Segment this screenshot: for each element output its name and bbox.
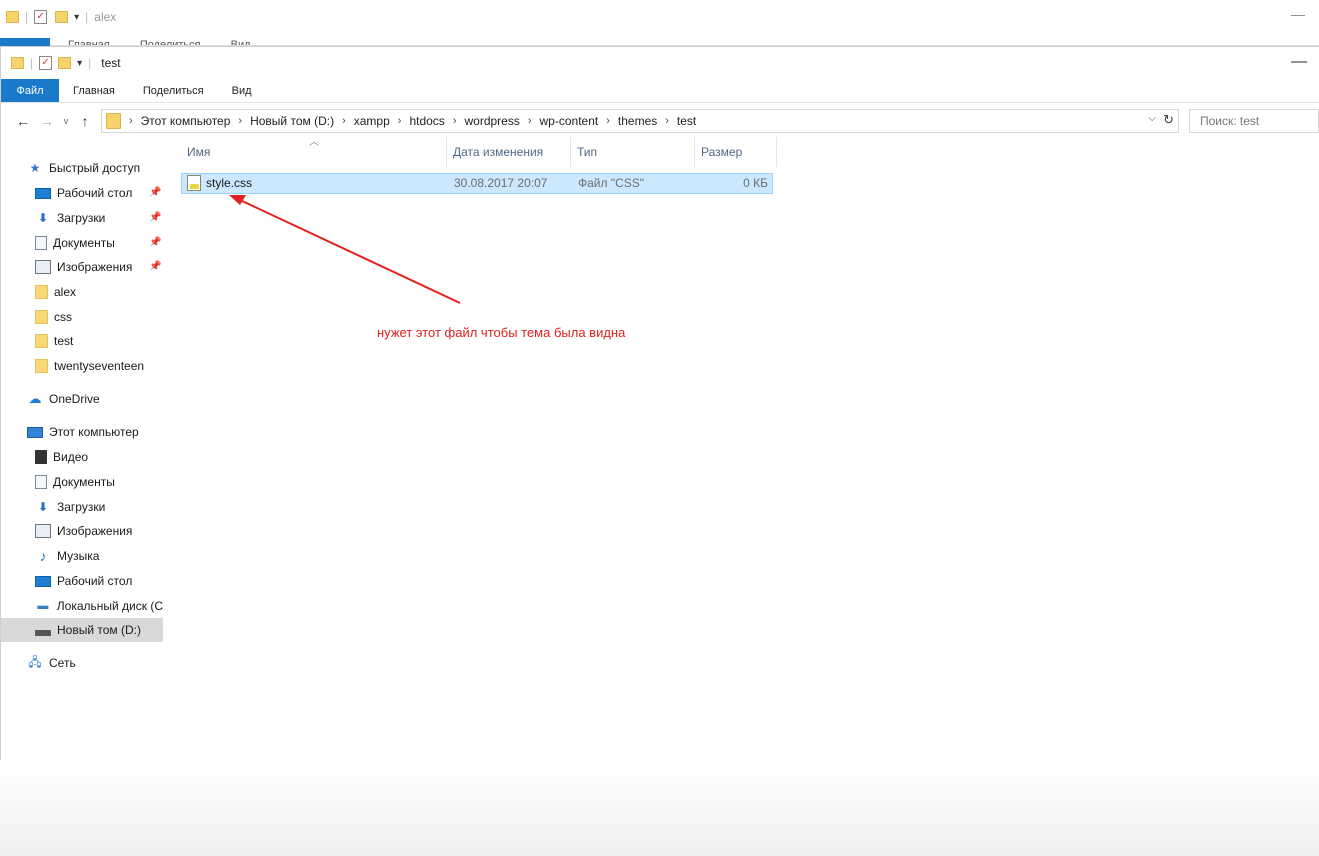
annotation-text: нужет этот файл чтобы тема была видна	[377, 325, 626, 340]
annotation-arrow	[229, 195, 461, 304]
window-bottom-area	[0, 760, 1319, 856]
